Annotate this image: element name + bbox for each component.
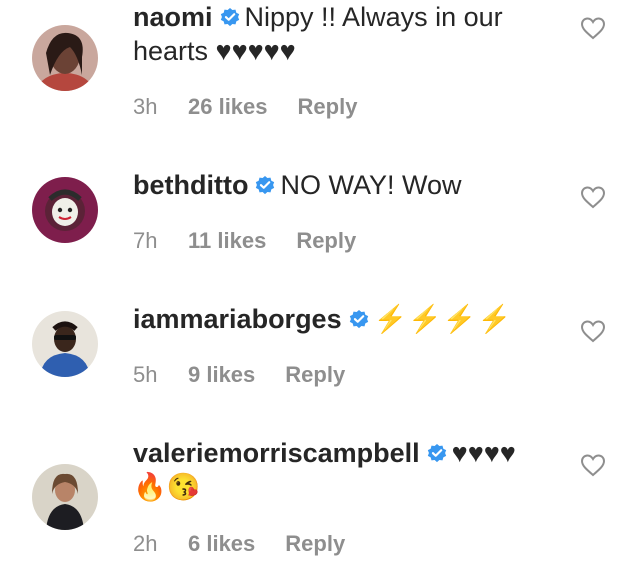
reply-button[interactable]: Reply xyxy=(285,531,345,557)
heart-outline-icon[interactable] xyxy=(580,16,606,40)
comment-meta: 2h 6 likes Reply xyxy=(133,531,345,557)
comment-text: iammariaborges ⚡⚡⚡⚡ xyxy=(133,302,553,336)
heart-outline-icon[interactable] xyxy=(580,185,606,209)
avatar[interactable] xyxy=(32,25,98,91)
comment-meta: 3h 26 likes Reply xyxy=(133,94,357,120)
comment-time: 5h xyxy=(133,362,158,387)
heart-outline-icon[interactable] xyxy=(580,453,606,477)
username[interactable]: valeriemorriscampbell xyxy=(133,438,420,468)
avatar-valeriemorriscampbell-icon xyxy=(32,464,98,530)
comment-body: ⚡⚡⚡⚡ xyxy=(373,304,513,334)
comment-likes[interactable]: 26 likes xyxy=(188,94,268,120)
avatar-bethditto-icon xyxy=(32,177,98,243)
comment-meta: 5h 9 likes Reply xyxy=(133,362,345,388)
username[interactable]: naomi xyxy=(133,2,213,32)
heart-outline-icon[interactable] xyxy=(580,319,606,343)
comment-text: naomi Nippy !! Always in our hearts ♥♥♥♥♥ xyxy=(133,0,553,68)
avatar-iammariaborges-icon xyxy=(32,311,98,377)
reply-button[interactable]: Reply xyxy=(285,362,345,388)
reply-button[interactable]: Reply xyxy=(298,94,358,120)
verified-badge-icon xyxy=(426,442,448,464)
comment-likes[interactable]: 11 likes xyxy=(188,228,266,254)
comment-time: 2h xyxy=(133,531,158,556)
avatar[interactable] xyxy=(32,464,98,530)
reply-button[interactable]: Reply xyxy=(296,228,356,254)
comment-text: bethditto NO WAY! Wow xyxy=(133,168,553,202)
avatar[interactable] xyxy=(32,311,98,377)
avatar-naomi-icon xyxy=(32,25,98,91)
comment-likes[interactable]: 9 likes xyxy=(188,362,255,388)
verified-badge-icon xyxy=(254,174,276,196)
username[interactable]: iammariaborges xyxy=(133,304,342,334)
comment-meta: 7h 11 likes Reply xyxy=(133,228,356,254)
username[interactable]: bethditto xyxy=(133,170,248,200)
comment-time: 7h xyxy=(133,228,158,253)
comment-time: 3h xyxy=(133,94,158,119)
comment-body: NO WAY! Wow xyxy=(280,170,462,200)
verified-badge-icon xyxy=(348,308,370,330)
comment-text: valeriemorriscampbell ♥♥♥♥ 🔥😘 xyxy=(133,436,553,504)
comment-likes[interactable]: 6 likes xyxy=(188,531,255,557)
avatar[interactable] xyxy=(32,177,98,243)
verified-badge-icon xyxy=(219,6,241,28)
